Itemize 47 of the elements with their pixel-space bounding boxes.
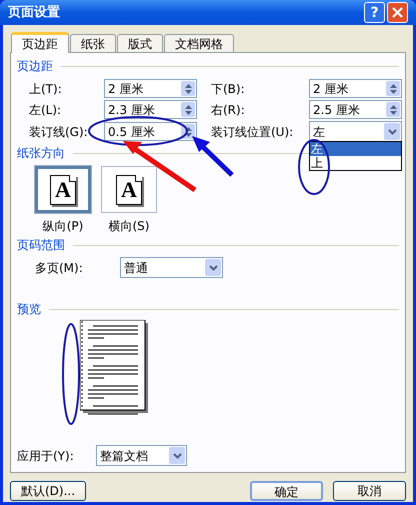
tab[interactable]: 页边距 <box>11 32 69 53</box>
spin-field[interactable]: 2.3 厘米 <box>104 100 197 119</box>
chevron-down-icon[interactable] <box>169 447 185 464</box>
dropdown-option[interactable]: 上 <box>310 156 401 170</box>
spin-field[interactable]: 2 厘米 <box>104 79 197 98</box>
help-button[interactable]: ? <box>364 2 385 23</box>
close-button[interactable] <box>387 2 408 23</box>
close-icon <box>392 7 403 18</box>
spin-arrows-icon[interactable] <box>386 102 400 117</box>
field-label: 应用于(Y): <box>17 448 75 464</box>
orientation-button[interactable]: A <box>35 166 91 213</box>
dropdown-field[interactable]: 普通 <box>120 257 223 278</box>
field-label: 装订线(G): <box>29 124 89 140</box>
chevron-down-icon[interactable] <box>205 259 221 276</box>
annotation-ellipse <box>298 139 330 195</box>
field-label: 多页(M): <box>35 260 84 276</box>
field-label: 横向(S) <box>108 218 150 235</box>
tab[interactable]: 版式 <box>117 34 163 52</box>
dialog-button[interactable]: 默认(D)... <box>10 481 86 501</box>
field-label: 纵向(P) <box>42 218 84 235</box>
dialog-button[interactable]: 取消 <box>333 481 406 501</box>
spin-arrows-icon[interactable] <box>181 81 195 96</box>
spin-field[interactable]: 0.5 厘米 <box>104 122 197 141</box>
section-title: 纸张方向 <box>17 145 65 162</box>
field-label: 左(L): <box>29 102 62 118</box>
dropdown-field[interactable]: 左 <box>309 121 402 142</box>
dropdown-option[interactable]: 左 <box>310 142 401 156</box>
page-icon: A <box>116 174 142 204</box>
spin-arrows-icon[interactable] <box>386 81 400 96</box>
field-label: 上(T): <box>29 80 63 98</box>
spin-field[interactable]: 2.5 厘米 <box>309 100 402 119</box>
section-title: 页边距 <box>17 58 53 75</box>
dialog-button[interactable]: 确定 <box>250 481 323 501</box>
section-title: 预览 <box>17 301 41 318</box>
chevron-down-icon[interactable] <box>384 123 400 140</box>
field-label: 下(B): <box>211 80 246 98</box>
window-title: 页面设置 <box>8 4 61 22</box>
spin-arrows-icon[interactable] <box>181 102 195 117</box>
field-label: 装订线位置(U): <box>211 124 294 140</box>
orientation-button[interactable]: A <box>101 166 157 213</box>
page-icon: A <box>50 174 76 204</box>
dropdown-field[interactable]: 整篇文档 <box>96 445 187 466</box>
tab[interactable]: 纸张 <box>70 34 116 52</box>
section-title: 页码范围 <box>17 237 65 254</box>
tab[interactable]: 文档网格 <box>164 34 234 52</box>
field-label: 右(R): <box>211 102 246 118</box>
spin-field[interactable]: 2 厘米 <box>309 79 402 98</box>
